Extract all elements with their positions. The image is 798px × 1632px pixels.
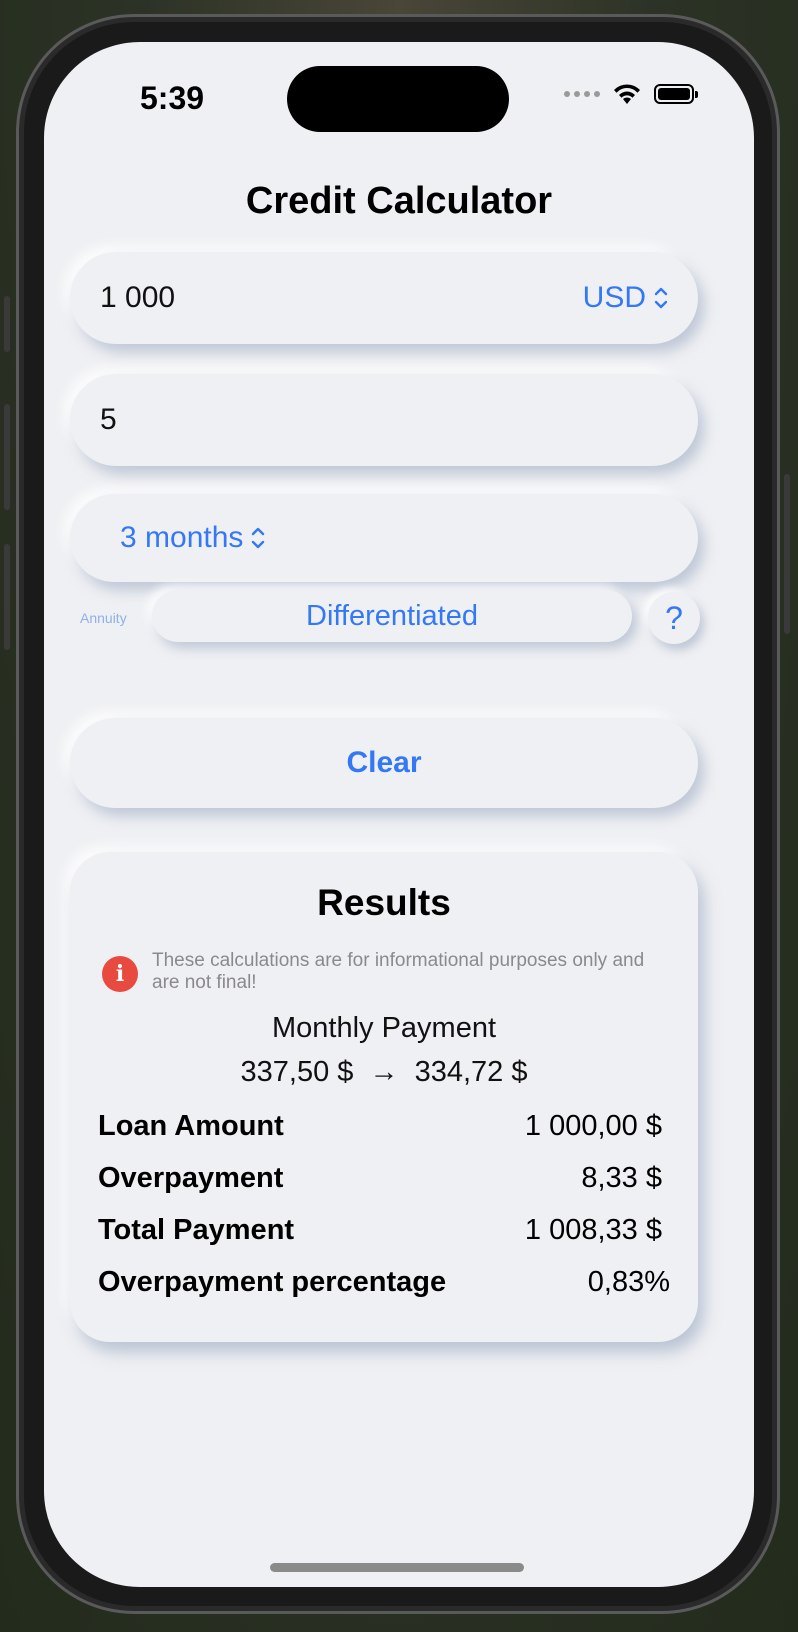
cellular-signal-icon	[564, 91, 600, 97]
row-value: 8,33 $	[581, 1162, 662, 1194]
total-payment-row: Total Payment 1 008,33 $	[98, 1214, 670, 1247]
currency-label: USD	[582, 281, 646, 314]
monthly-payment-last: 334,72 $	[414, 1056, 528, 1088]
loan-amount-value[interactable]: 1 000	[100, 281, 583, 315]
differentiated-option[interactable]: Differentiated	[152, 590, 632, 642]
page-title: Credit Calculator	[245, 180, 553, 222]
loan-amount-field[interactable]: 1 000 USD	[70, 252, 698, 344]
monthly-payment-first: 337,50 $	[240, 1056, 354, 1088]
wifi-icon	[614, 84, 640, 104]
info-icon: i	[102, 956, 138, 992]
interest-rate-field[interactable]: 5	[70, 374, 698, 466]
monthly-payment-label: Monthly Payment	[271, 1012, 497, 1044]
chevron-up-down-icon	[654, 287, 668, 309]
loan-amount-row: Loan Amount 1 000,00 $	[98, 1110, 670, 1143]
chevron-up-down-icon	[252, 527, 265, 549]
overpayment-row: Overpayment 8,33 $	[98, 1162, 670, 1195]
term-label: 3 months	[120, 521, 244, 554]
row-label: Overpayment	[98, 1162, 284, 1194]
side-button-power	[784, 474, 790, 634]
row-label: Loan Amount	[98, 1110, 284, 1142]
term-field[interactable]: 3 months	[70, 494, 698, 582]
battery-icon	[654, 84, 698, 104]
screen: 5:39 Credit Calculator 1 000 USD 5 3 mon…	[44, 42, 754, 1587]
arrow-right-icon: →	[369, 1056, 399, 1088]
help-button[interactable]: ?	[648, 592, 700, 644]
row-value: 0,83%	[587, 1266, 670, 1298]
side-button-volume-down	[4, 544, 10, 650]
results-title: Results	[317, 882, 451, 923]
disclaimer-text: These calculations are for informational…	[152, 950, 645, 993]
term-picker[interactable]: 3 months	[120, 521, 265, 555]
status-time: 5:39	[140, 80, 205, 116]
side-button-volume-up	[4, 404, 10, 510]
overpayment-percentage-row: Overpayment percentage 0,83%	[98, 1266, 670, 1299]
row-value: 1 000,00 $	[524, 1110, 662, 1142]
row-label: Overpayment percentage	[98, 1266, 447, 1298]
home-indicator[interactable]	[270, 1563, 524, 1572]
payment-type-selector: Annuity Differentiated ?	[70, 590, 700, 646]
dynamic-island	[287, 66, 509, 132]
monthly-payment-values: 337,50 $ → 334,72 $	[70, 1056, 698, 1089]
currency-picker[interactable]: USD	[583, 281, 668, 315]
side-button-action	[4, 296, 10, 352]
interest-rate-value[interactable]: 5	[100, 403, 668, 437]
annuity-option[interactable]: Annuity	[80, 610, 127, 626]
row-value: 1 008,33 $	[524, 1214, 662, 1246]
row-label: Total Payment	[98, 1214, 295, 1246]
status-icons	[564, 82, 698, 106]
clear-button[interactable]: Clear	[70, 718, 698, 808]
results-card: Results i These calculations are for inf…	[70, 852, 698, 1342]
